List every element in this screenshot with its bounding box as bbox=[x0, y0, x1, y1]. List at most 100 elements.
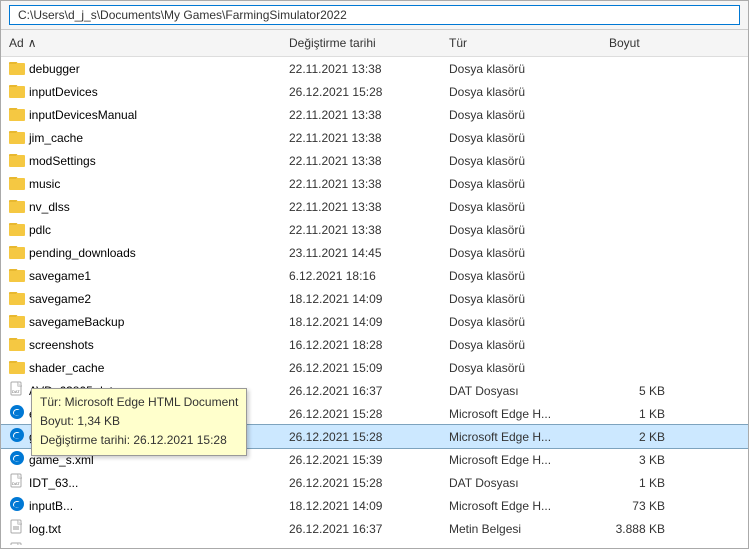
cell-size bbox=[601, 298, 681, 300]
file-icon bbox=[9, 105, 25, 124]
cell-date: 18.12.2021 14:09 bbox=[281, 291, 441, 307]
address-path[interactable]: C:\Users\d_j_s\Documents\My Games\Farmin… bbox=[9, 5, 740, 25]
cell-date: 26.12.2021 15:28 bbox=[281, 475, 441, 491]
cell-name: inputB... bbox=[1, 495, 281, 516]
cell-size bbox=[601, 321, 681, 323]
file-name: inputB... bbox=[29, 499, 73, 513]
file-icon bbox=[9, 404, 25, 423]
table-row[interactable]: savegame1 6.12.2021 18:16 Dosya klasörü bbox=[1, 264, 748, 287]
file-name: shader_cache bbox=[29, 361, 104, 375]
file-name: savegameBackup bbox=[29, 315, 124, 329]
table-row[interactable]: pending_downloads 23.11.2021 14:45 Dosya… bbox=[1, 241, 748, 264]
file-icon bbox=[9, 519, 25, 538]
cell-name: inputDevicesManual bbox=[1, 104, 281, 125]
cell-name: screenshots bbox=[1, 334, 281, 355]
cell-size: 1 KB bbox=[601, 475, 681, 491]
cell-type: Dosya klasörü bbox=[441, 176, 601, 192]
cell-date: 6.12.2021 18:16 bbox=[281, 268, 441, 284]
col-header-size[interactable]: Boyut bbox=[601, 32, 681, 54]
cell-name: log.txt bbox=[1, 518, 281, 539]
file-name: screenshots bbox=[29, 338, 94, 352]
table-row[interactable]: shader_cache 26.12.2021 15:09 Dosya klas… bbox=[1, 356, 748, 379]
cell-type: Dosya klasörü bbox=[441, 107, 601, 123]
cell-type: Dosya klasörü bbox=[441, 222, 601, 238]
cell-date: 22.11.2021 13:38 bbox=[281, 61, 441, 77]
cell-type: Dosya klasörü bbox=[441, 291, 601, 307]
cell-name: savegameBackup bbox=[1, 311, 281, 332]
cell-size bbox=[601, 367, 681, 369]
file-name: savegame1 bbox=[29, 269, 91, 283]
file-tooltip: Tür: Microsoft Edge HTML Document Boyut:… bbox=[31, 388, 247, 456]
cell-type: Dosya klasörü bbox=[441, 61, 601, 77]
file-name: savegame2 bbox=[29, 292, 91, 306]
cell-name: inputDevices bbox=[1, 81, 281, 102]
cell-size: 2 KB bbox=[601, 429, 681, 445]
table-row[interactable]: VERSION 22.11.2021 10:50 Dosya 1 KB bbox=[1, 540, 748, 545]
file-icon bbox=[9, 174, 25, 193]
table-row[interactable]: pdlc 22.11.2021 13:38 Dosya klasörü bbox=[1, 218, 748, 241]
cell-name: pending_downloads bbox=[1, 242, 281, 263]
file-name: IDT_63... bbox=[29, 476, 78, 490]
cell-date: 26.12.2021 15:28 bbox=[281, 84, 441, 100]
cell-type: Microsoft Edge H... bbox=[441, 498, 601, 514]
cell-size: 1 KB bbox=[601, 406, 681, 422]
cell-date: 22.11.2021 10:50 bbox=[281, 544, 441, 546]
table-row[interactable]: savegame2 18.12.2021 14:09 Dosya klasörü bbox=[1, 287, 748, 310]
file-name: inputDevices bbox=[29, 85, 98, 99]
file-icon bbox=[9, 542, 25, 545]
table-row[interactable]: debugger 22.11.2021 13:38 Dosya klasörü bbox=[1, 57, 748, 80]
file-name: debugger bbox=[29, 62, 80, 76]
cell-date: 22.11.2021 13:38 bbox=[281, 199, 441, 215]
table-row[interactable]: inputDevicesManual 22.11.2021 13:38 Dosy… bbox=[1, 103, 748, 126]
cell-type: DAT Dosyası bbox=[441, 383, 601, 399]
cell-name: nv_dlss bbox=[1, 196, 281, 217]
file-name: pending_downloads bbox=[29, 246, 136, 260]
file-name: VERSION bbox=[29, 545, 83, 546]
cell-type: Dosya klasörü bbox=[441, 268, 601, 284]
cell-size bbox=[601, 275, 681, 277]
cell-size bbox=[601, 229, 681, 231]
cell-date: 26.12.2021 15:09 bbox=[281, 360, 441, 376]
cell-size bbox=[601, 114, 681, 116]
cell-size bbox=[601, 252, 681, 254]
table-row[interactable]: inputDevices 26.12.2021 15:28 Dosya klas… bbox=[1, 80, 748, 103]
col-header-name[interactable]: Ad ∧ bbox=[1, 32, 281, 54]
col-header-type[interactable]: Tür bbox=[441, 32, 601, 54]
cell-size: 3.888 KB bbox=[601, 521, 681, 537]
file-icon bbox=[9, 151, 25, 170]
cell-name: debugger bbox=[1, 58, 281, 79]
table-row[interactable]: inputB... 18.12.2021 14:09 Microsoft Edg… bbox=[1, 494, 748, 517]
file-name: pdlc bbox=[29, 223, 51, 237]
table-row[interactable]: music 22.11.2021 13:38 Dosya klasörü bbox=[1, 172, 748, 195]
file-name: log.txt bbox=[29, 522, 61, 536]
table-row[interactable]: modSettings 22.11.2021 13:38 Dosya klasö… bbox=[1, 149, 748, 172]
table-row[interactable]: nv_dlss 22.11.2021 13:38 Dosya klasörü bbox=[1, 195, 748, 218]
tooltip-line2: Boyut: 1,34 KB bbox=[40, 412, 238, 431]
file-rows[interactable]: debugger 22.11.2021 13:38 Dosya klasörü … bbox=[1, 57, 748, 545]
cell-type: Dosya klasörü bbox=[441, 245, 601, 261]
svg-text:DAT: DAT bbox=[12, 389, 20, 394]
table-row[interactable]: savegameBackup 18.12.2021 14:09 Dosya kl… bbox=[1, 310, 748, 333]
table-row[interactable]: screenshots 16.12.2021 18:28 Dosya klasö… bbox=[1, 333, 748, 356]
file-icon bbox=[9, 59, 25, 78]
file-name: jim_cache bbox=[29, 131, 83, 145]
table-row[interactable]: log.txt 26.12.2021 16:37 Metin Belgesi 3… bbox=[1, 517, 748, 540]
cell-date: 22.11.2021 13:38 bbox=[281, 130, 441, 146]
file-name: inputDevicesManual bbox=[29, 108, 137, 122]
file-icon bbox=[9, 197, 25, 216]
cell-date: 22.11.2021 13:38 bbox=[281, 176, 441, 192]
cell-type: Dosya klasörü bbox=[441, 84, 601, 100]
cell-date: 26.12.2021 15:28 bbox=[281, 406, 441, 422]
file-icon bbox=[9, 82, 25, 101]
cell-name: modSettings bbox=[1, 150, 281, 171]
cell-type: Dosya klasörü bbox=[441, 360, 601, 376]
file-icon bbox=[9, 496, 25, 515]
cell-size: 3 KB bbox=[601, 452, 681, 468]
col-header-date[interactable]: Değiştirme tarihi bbox=[281, 32, 441, 54]
tooltip-line3: Değiştirme tarihi: 26.12.2021 15:28 bbox=[40, 431, 238, 450]
sort-arrow-icon: ∧ bbox=[28, 36, 37, 50]
table-row[interactable]: jim_cache 22.11.2021 13:38 Dosya klasörü bbox=[1, 126, 748, 149]
cell-date: 22.11.2021 13:38 bbox=[281, 107, 441, 123]
cell-size bbox=[601, 137, 681, 139]
table-row[interactable]: DAT IDT_63... 26.12.2021 15:28 DAT Dosya… bbox=[1, 471, 748, 494]
